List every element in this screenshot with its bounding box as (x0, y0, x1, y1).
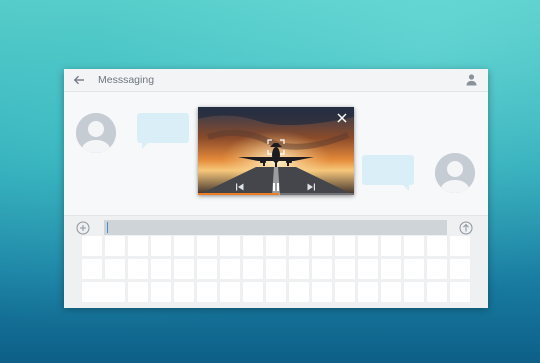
keyboard-key[interactable] (266, 282, 286, 302)
keyboard-key[interactable] (220, 282, 240, 302)
user-avatar (435, 153, 475, 193)
keyboard-key[interactable] (358, 259, 378, 279)
keyboard-key[interactable] (427, 282, 447, 302)
keyboard-key[interactable] (105, 236, 125, 256)
composer (64, 215, 488, 308)
keyboard-key[interactable] (151, 236, 171, 256)
keyboard-key[interactable] (220, 259, 240, 279)
keyboard-key[interactable] (335, 282, 355, 302)
keyboard-key[interactable] (335, 259, 355, 279)
person-icon[interactable] (465, 73, 478, 86)
keyboard-key[interactable] (82, 236, 102, 256)
keyboard-key[interactable] (128, 236, 148, 256)
arrow-left-icon[interactable] (72, 73, 86, 87)
keyboard-key[interactable] (174, 236, 194, 256)
keyboard-key[interactable] (381, 236, 401, 256)
pause-icon[interactable] (271, 182, 281, 192)
keyboard-key[interactable] (289, 236, 309, 256)
keyboard-key[interactable] (105, 259, 125, 279)
video-progress-fill (198, 193, 280, 195)
plus-circle-icon[interactable] (76, 221, 90, 235)
keyboard-key[interactable] (243, 236, 263, 256)
keyboard-key[interactable] (220, 236, 240, 256)
keyboard-key[interactable] (266, 236, 286, 256)
keyboard-key[interactable] (450, 282, 470, 302)
person-icon (76, 113, 116, 153)
keyboard-key[interactable] (358, 282, 378, 302)
arrow-up-circle-icon[interactable] (459, 221, 473, 235)
on-screen-keyboard (82, 236, 470, 304)
keyboard-key[interactable] (289, 259, 309, 279)
skip-previous-icon[interactable] (235, 182, 245, 192)
outgoing-message-bubble (362, 155, 414, 185)
keyboard-key[interactable] (82, 282, 125, 302)
text-cursor (107, 222, 108, 233)
keyboard-key[interactable] (404, 282, 424, 302)
keyboard-key[interactable] (404, 236, 424, 256)
person-icon (435, 153, 475, 193)
keyboard-key[interactable] (404, 259, 424, 279)
keyboard-key[interactable] (381, 259, 401, 279)
close-icon[interactable] (336, 112, 348, 124)
keyboard-key[interactable] (381, 282, 401, 302)
keyboard-key[interactable] (197, 282, 217, 302)
keyboard-key[interactable] (174, 282, 194, 302)
incoming-bubble-tail (142, 143, 148, 149)
keyboard-key[interactable] (427, 259, 447, 279)
keyboard-key[interactable] (197, 236, 217, 256)
keyboard-key[interactable] (174, 259, 194, 279)
contact-avatar (76, 113, 116, 153)
message-input[interactable] (104, 220, 447, 235)
video-player[interactable] (198, 107, 354, 195)
keyboard-key[interactable] (358, 236, 378, 256)
video-progress-bar[interactable] (198, 193, 354, 195)
keyboard-key[interactable] (128, 282, 148, 302)
keyboard-key[interactable] (312, 236, 332, 256)
keyboard-key[interactable] (151, 282, 171, 302)
keyboard-key[interactable] (450, 259, 470, 279)
incoming-message-bubble (137, 113, 189, 143)
window-title: Messsaging (98, 74, 155, 86)
keyboard-key[interactable] (427, 236, 447, 256)
keyboard-key[interactable] (128, 259, 148, 279)
skip-next-icon[interactable] (306, 182, 316, 192)
keyboard-key[interactable] (243, 259, 263, 279)
outgoing-bubble-tail (403, 185, 409, 191)
title-bar: Messsaging (64, 69, 488, 92)
keyboard-key[interactable] (335, 236, 355, 256)
keyboard-key[interactable] (312, 282, 332, 302)
keyboard-key[interactable] (312, 259, 332, 279)
focus-frame-icon (267, 139, 285, 155)
keyboard-key[interactable] (266, 259, 286, 279)
keyboard-key[interactable] (82, 259, 102, 279)
video-controls (198, 179, 354, 195)
keyboard-key[interactable] (151, 259, 171, 279)
keyboard-key[interactable] (197, 259, 217, 279)
keyboard-key[interactable] (243, 282, 263, 302)
keyboard-key[interactable] (289, 282, 309, 302)
keyboard-key[interactable] (450, 236, 470, 256)
